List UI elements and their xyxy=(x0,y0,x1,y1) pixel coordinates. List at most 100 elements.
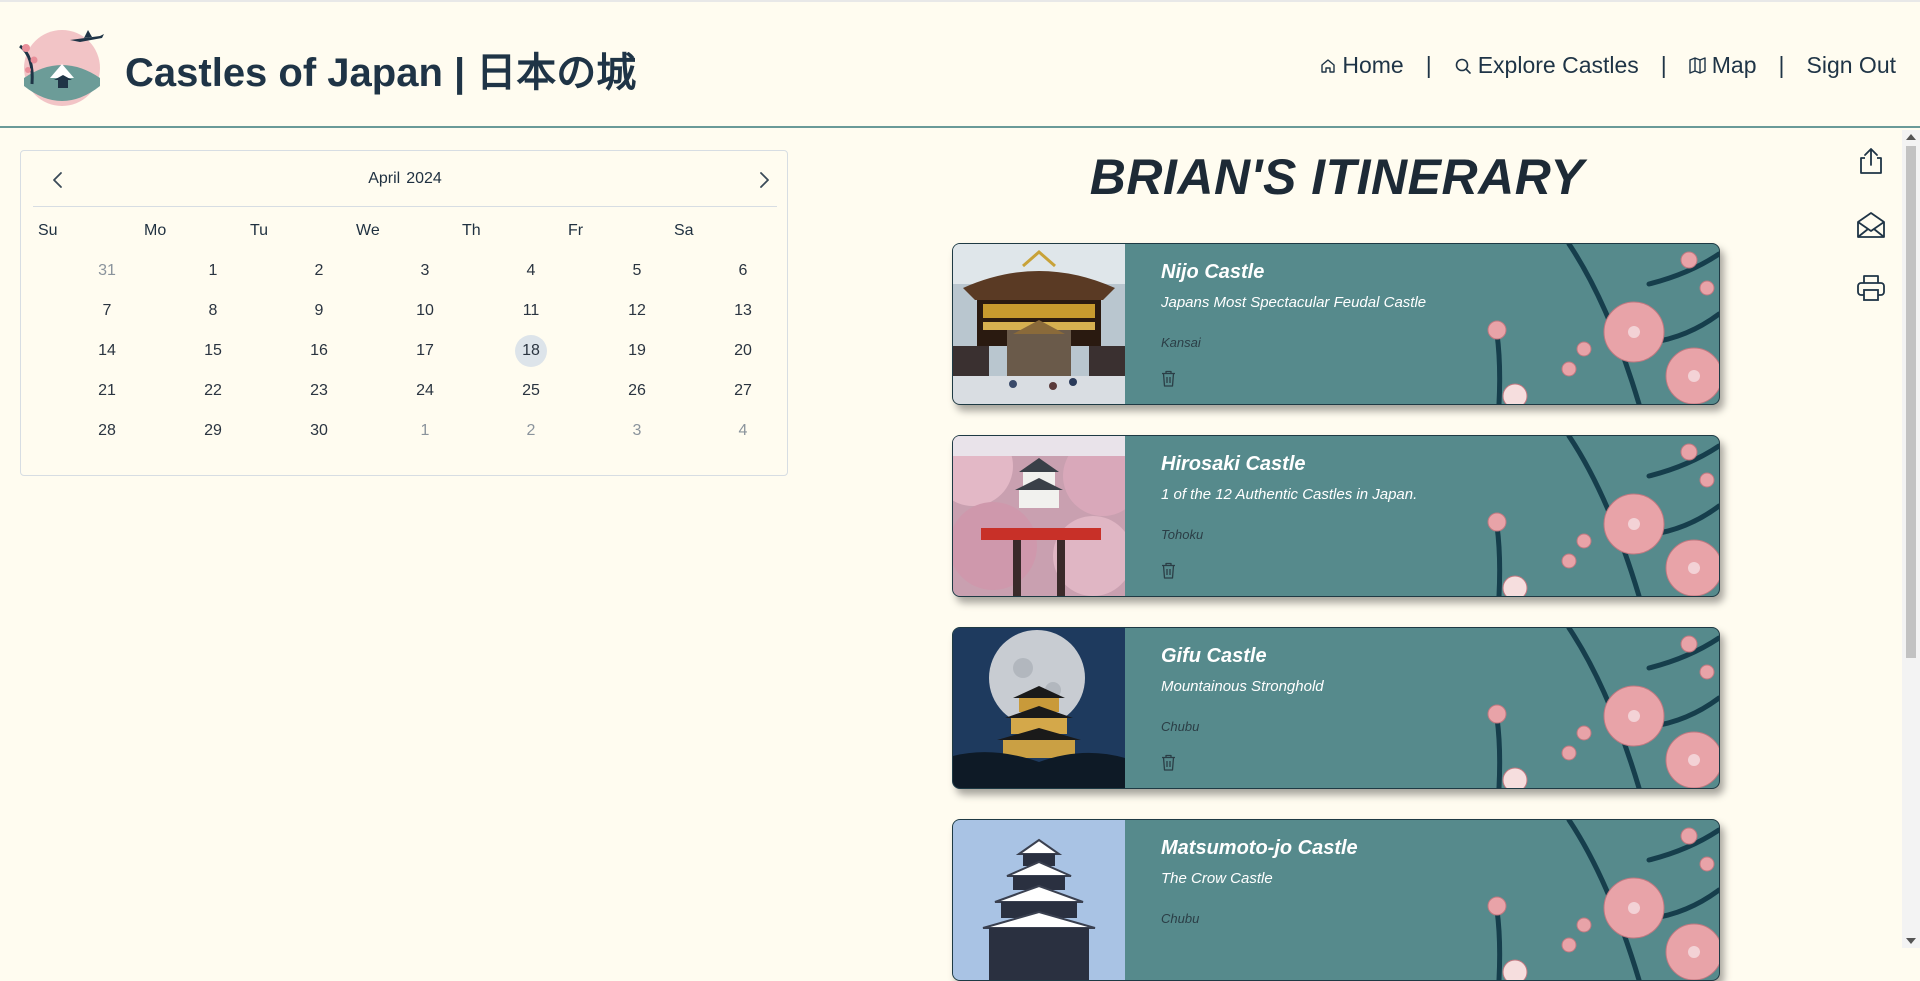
calendar-day[interactable]: 3 xyxy=(372,251,478,291)
calendar-day-number: 23 xyxy=(310,382,328,399)
itinerary-card[interactable]: Gifu Castle Mountainous Stronghold Chubu xyxy=(952,627,1720,789)
scroll-up-arrow-icon[interactable] xyxy=(1906,134,1916,140)
calendar-day[interactable]: 18 xyxy=(478,331,584,371)
calendar-day-number: 28 xyxy=(98,422,116,439)
calendar-day-number: 12 xyxy=(628,302,646,319)
calendar-day[interactable]: 28 xyxy=(54,411,160,451)
calendar-day[interactable]: 8 xyxy=(160,291,266,331)
nav-separator: | xyxy=(1425,52,1432,78)
scrollbar-thumb[interactable] xyxy=(1906,146,1916,658)
calendar-day[interactable]: 30 xyxy=(266,411,372,451)
calendar-day[interactable]: 1 xyxy=(372,411,478,451)
scroll-down-arrow-icon[interactable] xyxy=(1906,938,1916,944)
weekday-label: Fr xyxy=(568,222,584,239)
calendar-header: April 2024 xyxy=(33,151,777,207)
calendar-day-number: 17 xyxy=(416,342,434,359)
calendar-day[interactable]: 26 xyxy=(584,371,690,411)
map-icon xyxy=(1689,57,1706,74)
nav-explore-label: Explore Castles xyxy=(1477,52,1639,78)
calendar-day-number: 21 xyxy=(98,382,116,399)
nav-explore-link[interactable]: Explore Castles xyxy=(1454,52,1639,79)
main-nav: Home | Explore Castles | Map | Sign Out xyxy=(1320,52,1896,79)
calendar-day[interactable]: 3 xyxy=(584,411,690,451)
calendar-day-number: 14 xyxy=(98,342,116,359)
print-icon[interactable] xyxy=(1856,273,1886,303)
itinerary-title: BRIAN'S ITINERARY xyxy=(1089,149,1585,205)
calendar-day-number: 7 xyxy=(102,302,112,319)
calendar-day[interactable]: 16 xyxy=(266,331,372,371)
nav-map-link[interactable]: Map xyxy=(1689,52,1757,79)
calendar-day[interactable]: 27 xyxy=(690,371,796,411)
calendar-day-number: 25 xyxy=(522,382,540,399)
calendar-day[interactable]: 25 xyxy=(478,371,584,411)
calendar-day-number: 6 xyxy=(738,262,748,279)
card-tagline: 1 of the 12 Authentic Castles in Japan. xyxy=(1161,486,1418,503)
calendar-day[interactable]: 20 xyxy=(690,331,796,371)
calendar-day[interactable]: 19 xyxy=(584,331,690,371)
nav-signout-link[interactable]: Sign Out xyxy=(1807,52,1897,79)
calendar-day[interactable]: 15 xyxy=(160,331,266,371)
chevron-right-icon[interactable] xyxy=(753,169,775,191)
trash-icon[interactable] xyxy=(1161,370,1176,387)
calendar-day[interactable]: 31 xyxy=(54,251,160,291)
itinerary-card[interactable]: Matsumoto-jo Castle The Crow Castle Chub… xyxy=(952,819,1720,981)
matsumoto-castle-image xyxy=(953,820,1125,980)
site-logo[interactable] xyxy=(18,26,106,106)
card-region: Chubu xyxy=(1161,911,1200,926)
calendar-day-number: 4 xyxy=(738,422,748,439)
calendar-day[interactable]: 17 xyxy=(372,331,478,371)
trash-icon[interactable] xyxy=(1161,754,1176,771)
itinerary-card[interactable]: Hirosaki Castle 1 of the 12 Authentic Ca… xyxy=(952,435,1720,597)
card-region: Tohoku xyxy=(1161,527,1204,542)
calendar-day-number: 27 xyxy=(734,382,752,399)
calendar-day[interactable]: 7 xyxy=(54,291,160,331)
calendar-day[interactable]: 24 xyxy=(372,371,478,411)
gifu-castle-image xyxy=(953,628,1125,788)
page-scrollbar[interactable] xyxy=(1902,130,1920,948)
search-icon xyxy=(1455,58,1471,74)
calendar-month-label: April 2024 xyxy=(33,170,777,188)
hirosaki-castle-image xyxy=(953,436,1125,596)
nav-home-link[interactable]: Home xyxy=(1320,52,1404,79)
calendar-day[interactable]: 14 xyxy=(54,331,160,371)
trash-icon[interactable] xyxy=(1161,562,1176,579)
calendar-day-number: 4 xyxy=(526,262,536,279)
weekday-label: Th xyxy=(462,222,481,239)
weekday-label: We xyxy=(356,222,380,239)
card-tagline: The Crow Castle xyxy=(1161,870,1273,887)
cherry-blossom-decoration xyxy=(1487,436,1719,596)
calendar-day-number: 18 xyxy=(515,335,547,367)
email-icon[interactable] xyxy=(1856,210,1886,240)
nav-separator: | xyxy=(1660,52,1667,78)
share-icon[interactable] xyxy=(1856,146,1886,176)
calendar-day-number: 11 xyxy=(522,302,540,319)
calendar-day[interactable]: 6 xyxy=(690,251,796,291)
itinerary-card[interactable]: Nijo Castle Japans Most Spectacular Feud… xyxy=(952,243,1720,405)
calendar-day[interactable]: 21 xyxy=(54,371,160,411)
nav-home-label: Home xyxy=(1342,52,1404,78)
calendar-day-number: 2 xyxy=(314,262,324,279)
weekday-label: Sa xyxy=(674,222,694,239)
calendar-day-number: 29 xyxy=(204,422,222,439)
card-region: Chubu xyxy=(1161,719,1200,734)
calendar-day[interactable]: 12 xyxy=(584,291,690,331)
calendar-day-number: 10 xyxy=(416,302,434,319)
calendar-day[interactable]: 11 xyxy=(478,291,584,331)
card-tagline: Japans Most Spectacular Feudal Castle xyxy=(1161,294,1427,311)
calendar-days-grid: 31 1 2 3 4 5 6 7 8 9 10 11 12 13 14 15 16 17 18 19 20 21 22 23 2… xyxy=(54,251,796,451)
calendar-day[interactable]: 29 xyxy=(160,411,266,451)
calendar-day[interactable]: 1 xyxy=(160,251,266,291)
calendar-day[interactable]: 9 xyxy=(266,291,372,331)
card-title: Nijo Castle xyxy=(1161,261,1265,283)
calendar-day[interactable]: 4 xyxy=(690,411,796,451)
cherry-blossom-decoration xyxy=(1487,820,1719,980)
calendar-day[interactable]: 22 xyxy=(160,371,266,411)
calendar-day-number: 19 xyxy=(628,342,646,359)
calendar-day[interactable]: 2 xyxy=(478,411,584,451)
calendar-day[interactable]: 4 xyxy=(478,251,584,291)
calendar-day[interactable]: 5 xyxy=(584,251,690,291)
calendar-day[interactable]: 2 xyxy=(266,251,372,291)
calendar-day[interactable]: 10 xyxy=(372,291,478,331)
calendar-day[interactable]: 13 xyxy=(690,291,796,331)
calendar-day[interactable]: 23 xyxy=(266,371,372,411)
